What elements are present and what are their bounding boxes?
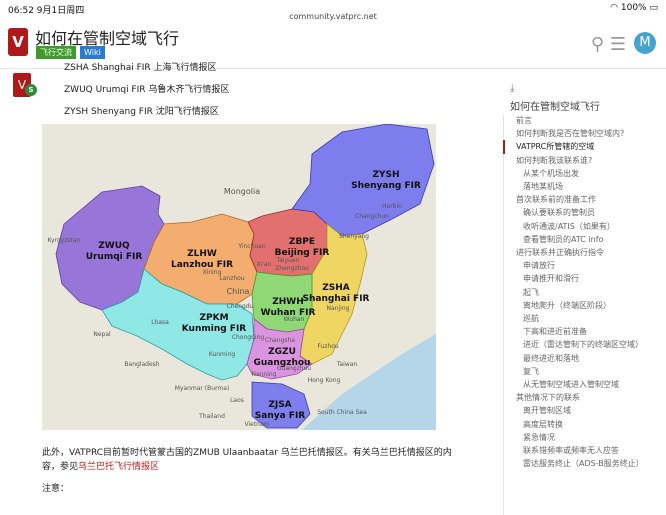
place-mongolia: Mongolia (224, 187, 260, 196)
post-paragraph: 此外，VATPRC目前暂时代管蒙古国的ZMUB Ulaanbaatar 乌兰巴托… (42, 448, 452, 472)
toc-item[interactable]: 巡航 (523, 313, 539, 324)
place-hongkong: Hong Kong (308, 377, 341, 384)
toc-item[interactable]: 起飞 (523, 287, 539, 298)
label-zwuq-code: ZWUQ (98, 241, 130, 251)
author-badge: S (25, 84, 37, 96)
label-zgzu-code: ZGZU (268, 347, 296, 357)
label-zpkm-name: Kunming FIR (182, 324, 247, 334)
toc-title[interactable]: 如何在管制空域飞行 (510, 98, 600, 113)
toc-active-indicator (503, 140, 505, 154)
place-chongqing: Chongqing (232, 334, 265, 341)
place-xian: Xi'an (257, 261, 272, 268)
toc-item[interactable]: VATPRC所管辖的空域 (516, 141, 594, 152)
toc-item[interactable]: 落地某机场 (523, 181, 563, 192)
status-bar: 06:52 9月1日周四 community.vatprc.net ◠ 100%… (0, 0, 666, 21)
toc-item[interactable]: 联系错频率或频率无人应答 (523, 445, 619, 456)
category-tag-flight[interactable]: 飞行交流 (36, 46, 76, 59)
place-wuhan: Wuhan (284, 316, 305, 323)
wifi-icon: ◠ (610, 3, 618, 13)
label-zjsa-name: Sanya FIR (255, 411, 306, 421)
battery-indicator: ◠ 100% ▭ (610, 3, 658, 13)
place-south-china-sea: South China Sea (317, 409, 367, 416)
place-shenyang: Shenyang (339, 233, 369, 240)
site-logo[interactable]: V (8, 28, 28, 56)
place-lanzhou: Lanzhou (219, 275, 244, 282)
hamburger-menu-icon[interactable]: ☰ (610, 34, 626, 55)
label-zsha-name: Shanghai FIR (303, 294, 370, 304)
place-guangzhou: Guangzhou (277, 365, 311, 372)
label-zjsa-code: ZJSA (268, 400, 291, 410)
place-myanmar: Myanmar (Burma) (175, 385, 230, 392)
toc-item[interactable]: 从某个机场出发 (523, 168, 579, 179)
link-ulaanbaatar-fir[interactable]: 乌兰巴托飞行情报区 (78, 462, 159, 472)
note-heading: 注意： (42, 484, 70, 494)
toc-item[interactable]: 离地爬升（终端区阶段） (523, 300, 611, 311)
place-laos: Laos (230, 397, 244, 404)
toc-item[interactable]: 最终进近和落地 (523, 353, 579, 364)
toc-item[interactable]: 雷达服务终止（ADS-B服务终止） (523, 458, 644, 469)
toc-item[interactable]: 高度层转换 (523, 419, 563, 430)
toc-item[interactable]: 下高和进近前准备 (523, 326, 587, 337)
toc-rail (503, 115, 504, 515)
toc-item[interactable]: 收听通波/ATIS（如果有） (523, 221, 615, 232)
toc-item[interactable]: 其他情况下的联系 (516, 392, 580, 403)
fir-map: ZYSH Shenyang FIR ZWUQ Urumqi FIR ZLHW L… (42, 124, 436, 430)
toc-item[interactable]: 查看管制员的ATC info (523, 234, 603, 245)
place-harbin: Harbin (382, 203, 402, 210)
toc-item[interactable]: 前言 (516, 115, 532, 126)
toc-item[interactable]: 紧急情况 (523, 432, 555, 443)
fir-map-image[interactable]: ZYSH Shenyang FIR ZWUQ Urumqi FIR ZLHW L… (42, 124, 436, 430)
toc-item[interactable]: 申请放行 (523, 260, 555, 271)
toc-item[interactable]: 进行联系并正确执行指令 (516, 247, 604, 258)
fir-line-zsha: ZSHA Shanghai FIR 上海飞行情报区 (64, 63, 217, 73)
label-zsha-code: ZSHA (322, 283, 350, 293)
fir-line-zysh: ZYSH Shenyang FIR 沈阳飞行情报区 (64, 107, 219, 117)
place-changsha: Changsha (265, 337, 295, 344)
label-zysh-name: Shenyang FIR (351, 181, 421, 191)
place-chengdu: Chengdu (227, 303, 254, 310)
toc-item[interactable]: 从无管制空域进入管制空域 (523, 379, 619, 390)
toc-item[interactable]: 复飞 (523, 366, 539, 377)
fir-line-zwuq: ZWUQ Urumqi FIR 乌鲁木齐飞行情报区 (64, 85, 230, 95)
toc-item[interactable]: 进近（雷达管制下的终端区空域） (523, 339, 643, 350)
place-taiwan: Taiwan (336, 361, 358, 368)
place-china: China (227, 287, 250, 296)
user-avatar[interactable]: M (634, 32, 656, 54)
toc-item[interactable]: 申请推开和滑行 (523, 273, 579, 284)
label-zlhw-code: ZLHW (187, 249, 217, 259)
label-zhwh-code: ZHWH (272, 297, 304, 307)
toc-item[interactable]: 如何判断我该联系谁? (516, 155, 592, 166)
place-taiyuan: Taiyuan (276, 257, 300, 264)
place-kyrgyzstan: Kyrgyzstan (48, 237, 81, 244)
tag-wiki[interactable]: Wiki (80, 46, 105, 59)
place-nanning: Nanning (251, 371, 276, 378)
label-zpkm-code: ZPKM (199, 313, 228, 323)
search-icon[interactable]: ⚲ (591, 34, 604, 55)
label-zbpe-code: ZBPE (289, 237, 315, 247)
label-zysh-code: ZYSH (372, 170, 399, 180)
toc-item[interactable]: 如何判断我是否在管制空域内? (516, 128, 624, 139)
place-thailand: Thailand (198, 413, 225, 420)
place-nanjing: Nanjing (327, 305, 350, 312)
place-lhasa: Lhasa (151, 319, 169, 326)
battery-icon: ▭ (649, 3, 658, 13)
place-fuzhou: Fuzhou (317, 343, 339, 350)
place-changchun: Changchun (355, 213, 389, 220)
place-zhengzhou: Zhengzhou (275, 265, 309, 272)
place-kunming: Kunming (209, 351, 236, 358)
place-nepal: Nepal (93, 331, 111, 338)
url-bar[interactable]: community.vatprc.net (0, 12, 666, 21)
toc-item[interactable]: 首次联系前的准备工作 (516, 194, 596, 205)
label-zwuq-name: Urumqi FIR (86, 252, 143, 262)
toc-item[interactable]: 确认要联系的管制员 (523, 207, 595, 218)
place-vietnam: Vietnam (244, 421, 269, 428)
place-bangladesh: Bangladesh (124, 361, 159, 368)
download-arrow-icon[interactable]: ⤓ (510, 83, 514, 94)
toc-item[interactable]: 离开管制区域 (523, 405, 571, 416)
place-yinchuan: Yinchuan (237, 243, 266, 250)
